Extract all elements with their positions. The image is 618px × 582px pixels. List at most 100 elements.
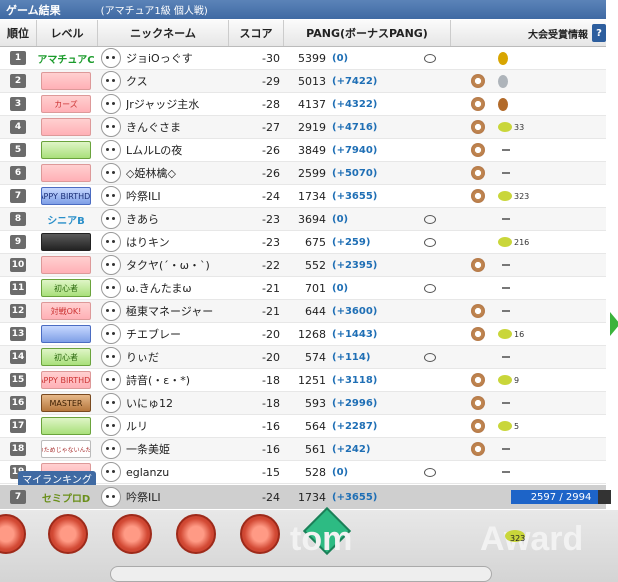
player-name[interactable]: ◇姫林檎◇ [126, 165, 226, 181]
player-pang: 1251 [298, 373, 326, 387]
table-row[interactable]: 13 チエブレー -20 1268 (+1443) 16 [0, 323, 606, 346]
player-name[interactable]: きんぐさま [126, 119, 226, 135]
rank-number: 14 [10, 350, 26, 364]
player-name[interactable]: eglanzu [126, 466, 226, 479]
player-name[interactable]: クス [126, 73, 226, 89]
player-name[interactable]: チエブレー [126, 326, 226, 342]
my-rank: 7 [10, 490, 26, 504]
bonus-pang: (+4716) [332, 121, 378, 133]
coin-icon[interactable] [0, 514, 26, 554]
bonus-pang: (0) [332, 282, 349, 294]
player-score: -27 [262, 120, 280, 134]
table-row[interactable]: 4 きんぐさま -27 2919 (+4716) 33 [0, 116, 606, 139]
item-icon [471, 442, 485, 456]
rank-number: 18 [10, 442, 26, 456]
table-row[interactable]: 14 初心者 りぃだ -20 574 (+114) [0, 346, 606, 369]
item-icon [471, 143, 485, 157]
medal-icon [498, 51, 508, 65]
player-name[interactable]: ルリ [126, 418, 226, 434]
player-name[interactable]: りぃだ [126, 349, 226, 365]
table-row[interactable]: 9 はりキン -23 675 (+259) 216 [0, 231, 606, 254]
player-name[interactable]: いにゅ12 [126, 395, 226, 411]
table-row[interactable]: 5 LムルLの夜 -26 3849 (+7940) [0, 139, 606, 162]
table-row[interactable]: 2 クス -29 5013 (+7422) [0, 70, 606, 93]
level-badge: 初心者 [41, 279, 91, 297]
level-badge: HAPPY BIRTHDAY [41, 371, 91, 389]
avatar-icon [101, 232, 121, 252]
table-row[interactable]: 8 シニアB きあら -23 3694 (0) [0, 208, 606, 231]
avatar-icon [101, 324, 121, 344]
col-score: スコア [229, 20, 284, 46]
bottom-panel: tom Award 323 [0, 506, 618, 582]
results-table: 1 アマチュアC ジョiOっぐす -30 5399 (0) 2 クス -29 5… [0, 47, 606, 484]
status-icon [424, 214, 436, 224]
player-pang: 3849 [298, 143, 326, 157]
award-info-button[interactable]: ? [592, 24, 606, 42]
level-badge: カーズ [41, 95, 91, 113]
my-avatar [101, 487, 121, 507]
avatar-icon [101, 278, 121, 298]
bonus-pang: (+2395) [332, 259, 378, 271]
my-name: 吟祭ILI [126, 491, 161, 504]
player-name[interactable]: 吟祭ILI [126, 188, 226, 204]
player-name[interactable]: きあら [126, 211, 226, 227]
table-row[interactable]: 16 MASTER いにゅ12 -18 593 (+2996) [0, 392, 606, 415]
player-pang: 5013 [298, 74, 326, 88]
player-score: -16 [262, 419, 280, 433]
table-row[interactable]: 6 ◇姫林檎◇ -26 2599 (+5070) [0, 162, 606, 185]
player-name[interactable]: タクヤ(´・ω・`) [126, 257, 226, 273]
level-badge: アンタのためじゃないんだからね! [41, 440, 91, 458]
player-pang: 675 [305, 235, 326, 249]
coin-icon[interactable] [48, 514, 88, 554]
award-count: 9 [514, 375, 520, 385]
avatar-icon [101, 416, 121, 436]
table-row[interactable]: 1 アマチュアC ジョiOっぐす -30 5399 (0) [0, 47, 606, 70]
player-name[interactable]: 一条美姫 [126, 441, 226, 457]
table-row[interactable]: 17 ルリ -16 564 (+2287) 5 [0, 415, 606, 438]
table-row[interactable]: 15 HAPPY BIRTHDAY 詩音(・ε・*) -18 1251 (+31… [0, 369, 606, 392]
status-icon [424, 53, 436, 63]
player-name[interactable]: ジョiOっぐす [126, 50, 226, 66]
bonus-pang: (+7940) [332, 144, 378, 156]
bonus-pang: (+3600) [332, 305, 378, 317]
my-ranking-tab[interactable]: マイランキング [18, 471, 96, 486]
player-name[interactable]: 詩音(・ε・*) [126, 372, 226, 388]
coin-icon[interactable] [176, 514, 216, 554]
player-name[interactable]: 極東マネージャー [126, 303, 226, 319]
player-name[interactable]: はりキン [126, 234, 226, 250]
table-row[interactable]: 7 HAPPY BIRTHDAY 吟祭ILI -24 1734 (+3655) … [0, 185, 606, 208]
player-name[interactable]: Jrジャッジ主水 [126, 96, 226, 112]
my-score: -24 [262, 490, 280, 504]
player-score: -26 [262, 166, 280, 180]
rank-number: 8 [10, 212, 26, 226]
table-row[interactable]: 12 対戦OK! 極東マネージャー -21 644 (+3600) [0, 300, 606, 323]
item-icon [471, 97, 485, 111]
player-score: -15 [262, 465, 280, 479]
rank-number: 16 [10, 396, 26, 410]
rank-number: 17 [10, 419, 26, 433]
player-score: -26 [262, 143, 280, 157]
avatar-icon [101, 48, 121, 68]
avatar-icon [101, 186, 121, 206]
level-badge [41, 141, 91, 159]
player-name[interactable]: ω.きんたまω [126, 280, 226, 296]
player-name[interactable]: LムルLの夜 [126, 142, 226, 158]
item-icon [471, 189, 485, 203]
rank-number: 13 [10, 327, 26, 341]
item-icon [471, 327, 485, 341]
coin-icon[interactable] [112, 514, 152, 554]
player-pang: 701 [305, 281, 326, 295]
my-pang: 1734 [298, 490, 326, 504]
coin-icon[interactable] [240, 514, 280, 554]
table-row[interactable]: 11 初心者 ω.きんたまω -21 701 (0) [0, 277, 606, 300]
player-pang: 2599 [298, 166, 326, 180]
medal-icon [498, 97, 508, 111]
next-arrow-icon[interactable] [610, 312, 618, 336]
table-row[interactable]: 18 アンタのためじゃないんだからね! 一条美姫 -16 561 (+242) [0, 438, 606, 461]
no-award-dash [502, 287, 510, 289]
bonus-pang: (0) [332, 52, 349, 64]
player-score: -20 [262, 327, 280, 341]
level-badge [41, 233, 91, 251]
table-row[interactable]: 3 カーズ Jrジャッジ主水 -28 4137 (+4322) [0, 93, 606, 116]
table-row[interactable]: 10 タクヤ(´・ω・`) -22 552 (+2395) [0, 254, 606, 277]
